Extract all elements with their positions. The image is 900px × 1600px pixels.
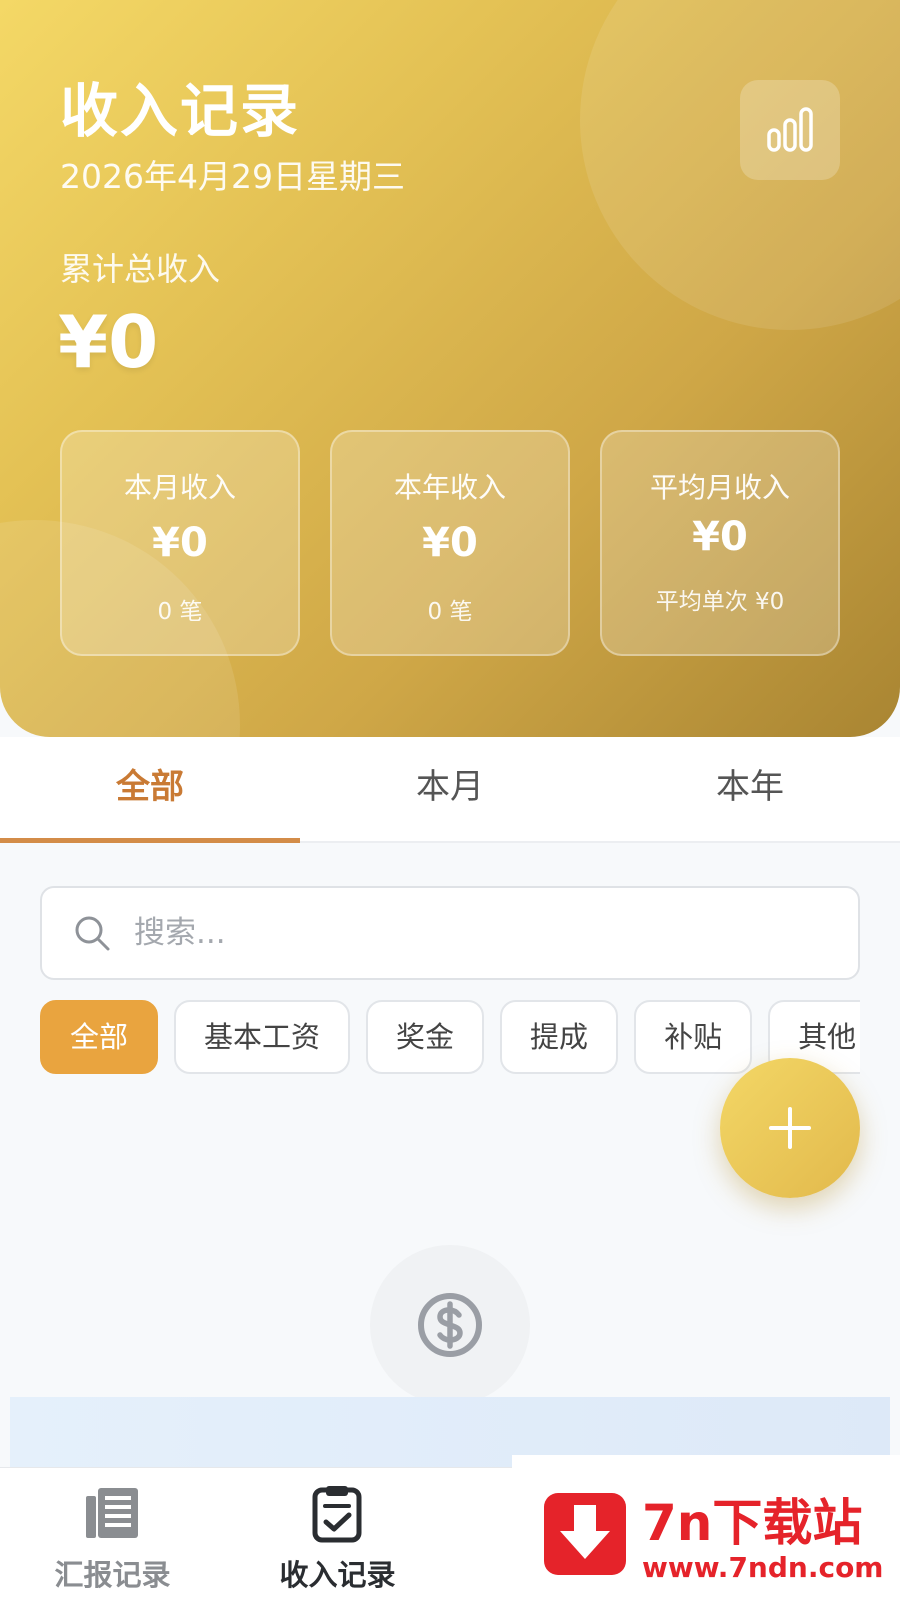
- chip-allowance[interactable]: 补贴: [634, 1000, 753, 1074]
- category-filter: 全部 基本工资 奖金 提成 补贴 其他: [40, 1000, 860, 1080]
- chip-bonus[interactable]: 奖金: [366, 1000, 485, 1074]
- download-arrow-icon: [560, 1505, 610, 1559]
- statistics-button[interactable]: [740, 80, 840, 180]
- page-title: 收入记录: [60, 77, 301, 145]
- checklist-icon: [312, 1486, 362, 1543]
- bar-chart-icon: [767, 107, 813, 152]
- stat-label: 平均月收入: [649, 471, 790, 504]
- stat-count: 0 笔: [427, 599, 473, 625]
- stat-count: 0 笔: [157, 599, 203, 625]
- stat-label: 本月收入: [123, 471, 236, 504]
- stat-label: 本年收入: [393, 471, 506, 504]
- search-input[interactable]: [134, 915, 814, 951]
- plus-icon: [769, 1107, 811, 1149]
- stat-value: ¥0: [692, 514, 748, 560]
- watermark-brand: 7n下载站: [642, 1494, 863, 1552]
- search-icon: [75, 916, 110, 951]
- header-card: 收入记录 2026年4月29日星期三 累计总收入 ¥0 本月收入 ¥0 0 笔 …: [0, 0, 900, 737]
- empty-state: [370, 1245, 530, 1405]
- stat-average-per-entry: 平均单次 ¥0: [655, 589, 785, 615]
- nav-label: 收入记录: [279, 1558, 396, 1592]
- nav-income-records[interactable]: 收入记录: [225, 1468, 450, 1600]
- nav-label: 汇报记录: [54, 1558, 171, 1592]
- chip-base-salary[interactable]: 基本工资: [174, 1000, 351, 1074]
- total-income-value: ¥0: [58, 300, 159, 384]
- stat-card-year: 本年收入 ¥0 0 笔: [330, 430, 570, 656]
- stat-card-average: 平均月收入 ¥0 平均单次 ¥0: [600, 430, 840, 656]
- site-watermark: 7n下载站 www.7ndn.com: [512, 1455, 900, 1600]
- chip-commission[interactable]: 提成: [500, 1000, 619, 1074]
- tab-this-month[interactable]: 本月: [300, 737, 600, 841]
- report-icon: [86, 1488, 138, 1538]
- tab-this-year[interactable]: 本年: [600, 737, 900, 841]
- chip-all[interactable]: 全部: [40, 1000, 159, 1074]
- period-tabs: 全部 本月 本年: [0, 737, 900, 843]
- stat-value: ¥0: [422, 520, 478, 566]
- download-logo-icon: [544, 1493, 626, 1575]
- watermark-url: www.7ndn.com: [642, 1551, 884, 1584]
- search-box: [40, 886, 860, 980]
- nav-report-records[interactable]: 汇报记录: [0, 1468, 225, 1600]
- current-date: 2026年4月29日星期三: [60, 157, 405, 196]
- add-income-button[interactable]: [720, 1058, 860, 1198]
- dollar-icon: [418, 1293, 482, 1357]
- stat-value: ¥0: [152, 520, 208, 566]
- stat-card-month: 本月收入 ¥0 0 笔: [60, 430, 300, 656]
- total-income-label: 累计总收入: [60, 250, 221, 288]
- tab-all[interactable]: 全部: [0, 737, 300, 843]
